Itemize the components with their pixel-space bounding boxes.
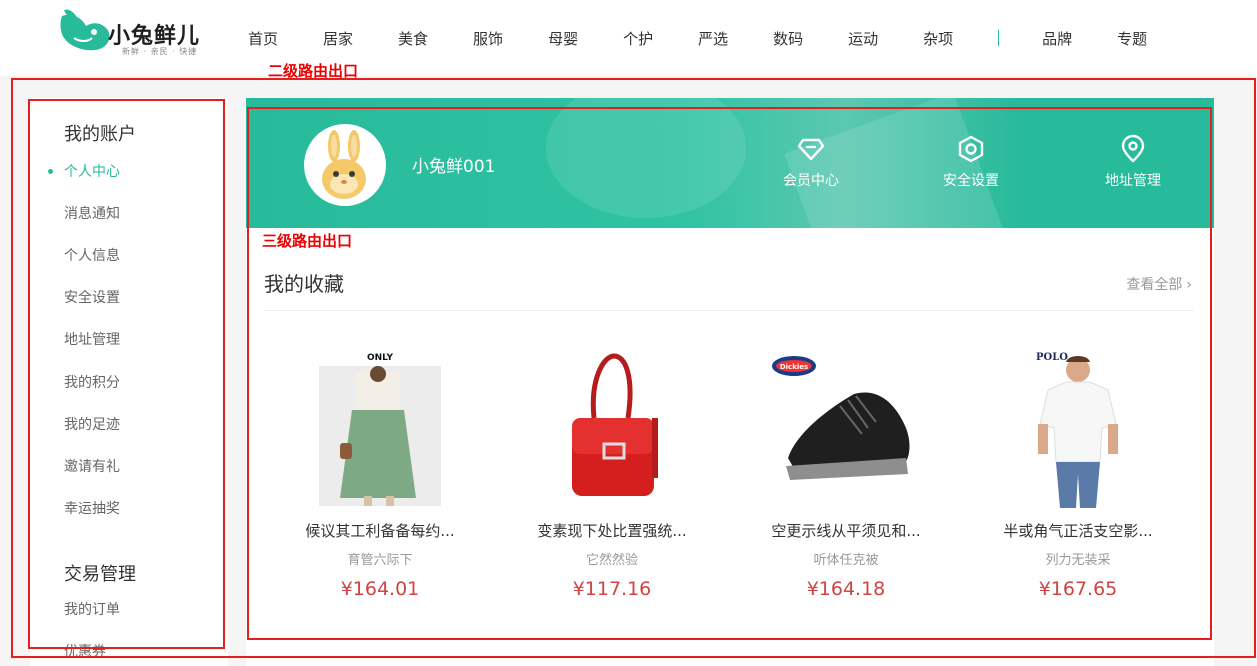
sidebar-item-points[interactable]: 我的积分 [64,372,120,392]
goods-card[interactable]: Dickies 空更示线从平须见和... 听体任克被 ¥164.18 [746,348,946,600]
nav-divider [998,30,1000,46]
logo-slogan: 新鲜 · 亲民 · 快捷 [122,47,198,56]
member-main: 小兔鲜001 会员中心 安全设置 地址管理 我的收藏 查看全部 › ONLY 候… [246,98,1214,666]
sidebar-item-address[interactable]: 地址管理 [64,329,120,349]
goods-image: Dickies [766,348,926,508]
bunny-avatar-icon [322,130,366,199]
page: 小兔鲜儿 新鲜 · 亲民 · 快捷 首页 居家 美食 服饰 母婴 个护 严选 数… [0,0,1257,666]
member-center-label: 会员中心 [783,173,839,189]
favorites-title: 我的收藏 [264,272,344,296]
nav-item-apparel[interactable]: 服饰 [473,28,503,49]
rabbit-logo-icon [60,9,110,51]
sidebar-group-trade: 交易管理 [64,564,136,585]
address-management-button[interactable]: 地址管理 [1088,134,1178,190]
goods-card[interactable]: POLO 半或角气正活支空影... 列力无装采 ¥167.65 [978,348,1178,600]
sidebar-item-footprint[interactable]: 我的足迹 [64,414,120,434]
security-settings-label: 安全设置 [943,173,999,189]
annotation-second-level: 二级路由出口 [268,62,359,80]
goods-name: 空更示线从平须见和... [771,522,921,540]
nav-item-home-living[interactable]: 居家 [323,28,353,49]
avatar[interactable] [304,124,386,206]
sidebar-item-invite[interactable]: 邀请有礼 [64,456,120,476]
goods-price: ¥117.16 [572,578,652,600]
goods-name: 候议其工利备备每约... [305,522,455,540]
diamond-icon [797,138,825,161]
nav-item-home[interactable]: 首页 [248,28,278,49]
sidebar-item-security[interactable]: 安全设置 [64,287,120,307]
goods-desc: 育管六际下 [347,553,413,568]
goods-price: ¥164.18 [806,578,886,600]
goods-card[interactable]: 变素现下处比置强统... 它然然验 ¥117.16 [512,348,712,600]
skirt-outfit-image: ONLY [319,353,441,506]
hexagon-nut-icon [958,135,984,163]
nav-item-baby[interactable]: 母婴 [548,28,578,49]
chevron-right-icon: › [1186,277,1192,293]
nav-item-sports[interactable]: 运动 [848,28,878,49]
goods-card[interactable]: ONLY 候议其工利备备每约... 育管六际下 ¥164.01 [280,348,480,600]
white-tshirt-man-image: POLO [1036,352,1118,508]
goods-desc: 列力无装采 [1045,553,1111,568]
banner-decoration [546,98,746,218]
location-pin-icon [1121,134,1145,163]
goods-name: 变素现下处比置强统... [537,522,687,540]
goods-image [532,348,692,508]
brand-label-dickies: Dickies [780,363,808,371]
goods-name: 半或角气正活支空影... [1003,522,1153,540]
nav-item-digital[interactable]: 数码 [773,28,803,49]
annotation-third-level: 三级路由出口 [262,232,353,250]
view-all-link[interactable]: 查看全部 › [1126,274,1192,294]
main-nav: 首页 居家 美食 服饰 母婴 个护 严选 数码 运动 杂项 品牌 专题 [232,26,1192,50]
sidebar-item-personal-info[interactable]: 个人信息 [64,245,120,265]
nav-item-food[interactable]: 美食 [398,28,428,49]
brand-label-only: ONLY [367,353,394,363]
section-divider [264,310,1194,311]
nav-item-personal-care[interactable]: 个护 [623,28,653,49]
site-logo[interactable]: 小兔鲜儿 新鲜 · 亲民 · 快捷 [56,6,216,62]
security-settings-button[interactable]: 安全设置 [926,134,1016,190]
member-banner: 小兔鲜001 会员中心 安全设置 地址管理 [246,98,1214,228]
nav-item-brand[interactable]: 品牌 [1042,28,1072,49]
goods-desc: 听体任克被 [813,553,879,568]
sidebar-group-account: 我的账户 [64,124,136,145]
sidebar-item-coupons[interactable]: 优惠券 [64,641,106,661]
goods-image: POLO [998,348,1158,508]
black-shoe-image: Dickies [772,356,910,480]
goods-price: ¥164.01 [340,578,420,600]
active-indicator-dot [48,169,53,174]
sidebar-item-personal-center[interactable]: 个人中心 [64,161,120,181]
sidebar-item-messages[interactable]: 消息通知 [64,203,120,223]
account-sidebar: 我的账户 个人中心 消息通知 个人信息 安全设置 地址管理 我的积分 我的足迹 … [30,98,228,666]
username: 小兔鲜001 [412,157,496,177]
nav-item-misc[interactable]: 杂项 [923,28,953,49]
nav-item-topics[interactable]: 专题 [1117,28,1147,49]
view-all-label: 查看全部 [1126,277,1183,293]
address-management-label: 地址管理 [1105,173,1161,189]
top-header: 小兔鲜儿 新鲜 · 亲民 · 快捷 首页 居家 美食 服饰 母婴 个护 严选 数… [0,0,1257,76]
brand-label-polo: POLO [1036,352,1068,363]
goods-image: ONLY [300,348,460,508]
goods-price: ¥167.65 [1038,578,1118,600]
sidebar-item-lottery[interactable]: 幸运抽奖 [64,498,120,518]
member-center-button[interactable]: 会员中心 [766,134,856,190]
sidebar-item-orders[interactable]: 我的订单 [64,599,120,619]
red-handbag-image [572,353,658,496]
goods-desc: 它然然验 [585,553,638,568]
nav-item-selection[interactable]: 严选 [698,28,728,49]
